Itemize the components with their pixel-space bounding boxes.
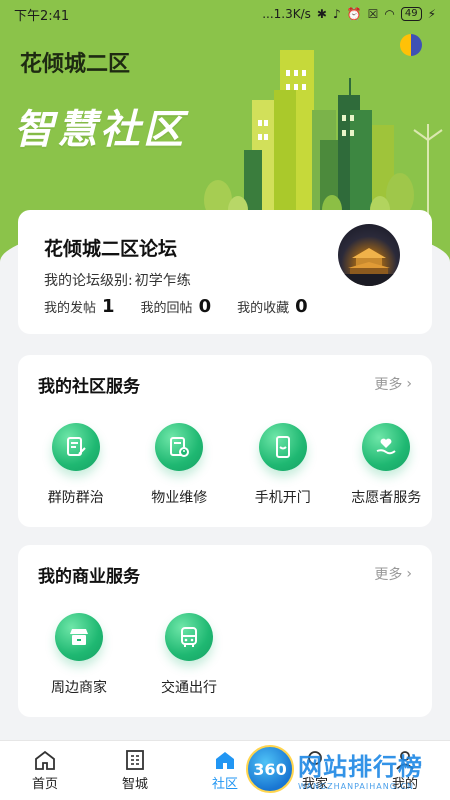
service-label: 手机开门 [254, 490, 311, 506]
forum-stats: 我的发帖 1 我的回帖 0 我的收藏 0 [44, 296, 308, 317]
stat-label: 我的回帖 [140, 301, 193, 316]
service-item-phone-unlock[interactable]: 手机开门 [237, 423, 329, 507]
commerce-services-grid: 周边商家 交通出行 [18, 613, 432, 697]
forum-card[interactable]: 花倾城二区论坛 我的论坛级别: 初学乍练 我的发帖 1 我的回帖 0 我的收藏 … [18, 210, 432, 334]
service-item-property-repair[interactable]: 物业维修 [134, 423, 226, 507]
hero-slogan: 智慧社区 [14, 107, 186, 153]
more-label: 更多 [374, 567, 403, 583]
service-label: 群防群治 [47, 490, 104, 506]
forum-title[interactable]: 花倾城二区论坛 [44, 234, 177, 261]
storefront-icon [55, 613, 103, 661]
bluetooth-icon: ✱ [316, 7, 327, 21]
net-speed: ...1.3K/s [262, 7, 311, 21]
community-services-card: 我的社区服务 更多 › 群防群治 物业维修 手机开门 志愿者服务 [18, 355, 432, 527]
nav-label: 首页 [31, 777, 58, 792]
city-illustration [204, 50, 443, 230]
service-item-volunteer[interactable]: 志愿者服务 [341, 423, 433, 507]
watermark-subtitle: WANGZHANPAIHANG.CN [298, 782, 415, 791]
charging-icon: ⚡ [427, 7, 436, 21]
community-services-more-link[interactable]: 更多 › [374, 374, 412, 394]
nav-label: 智城 [121, 777, 148, 792]
stat-value: 1 [102, 296, 115, 317]
service-label: 物业维修 [151, 490, 208, 506]
night-palace-image [338, 248, 400, 286]
heart-hand-icon [362, 423, 411, 471]
watermark-overlay: 360 网站排行榜 WANGZHANPAIHANG.CN [246, 738, 450, 800]
service-item-nearby-merchants[interactable]: 周边商家 [30, 613, 128, 697]
commerce-services-card: 我的商业服务 更多 › 周边商家 交通出行 [18, 545, 432, 717]
status-time: 下午2:41 [14, 8, 70, 24]
forum-avatar[interactable] [338, 224, 400, 286]
wifi-icon: ◠ [384, 7, 395, 21]
nav-item-home[interactable]: 首页 [0, 741, 90, 800]
community-services-header: 我的社区服务 更多 › [38, 371, 412, 397]
community-services-grid: 群防群治 物业维修 手机开门 志愿者服务 [18, 423, 432, 507]
status-bar: 下午2:41 ...1.3K/s ✱ ♪ ⏰ ☒ ◠ 49 ⚡ [0, 0, 450, 28]
stat-label: 我的发帖 [44, 301, 97, 316]
nav-item-smart-city[interactable]: 智城 [90, 741, 180, 800]
stat-value: 0 [198, 296, 212, 317]
document-pen-icon [51, 423, 100, 471]
stat-favorites[interactable]: 我的收藏 0 [237, 296, 308, 317]
sim-icon: ☒ [367, 7, 379, 21]
status-indicators: ...1.3K/s ✱ ♪ ⏰ ☒ ◠ 49 ⚡ [262, 7, 436, 21]
commerce-services-header: 我的商业服务 更多 › [38, 561, 412, 587]
building-icon [126, 750, 144, 770]
forum-level-value: 初学乍练 [134, 273, 191, 289]
service-item-transportation[interactable]: 交通出行 [140, 613, 238, 697]
watermark-title: 网站排行榜 [298, 753, 423, 781]
service-item-group-defense[interactable]: 群防群治 [30, 423, 122, 507]
watermark-text-block: 网站排行榜 WANGZHANPAIHANG.CN [298, 747, 423, 791]
service-label: 志愿者服务 [351, 490, 422, 506]
commerce-services-title: 我的商业服务 [38, 566, 140, 587]
stat-label: 我的收藏 [237, 301, 290, 316]
stat-replies[interactable]: 我的回帖 0 [141, 296, 212, 317]
service-label: 周边商家 [51, 680, 107, 696]
watermark-360-logo: 360 [246, 745, 294, 793]
forum-level: 我的论坛级别: 初学乍练 [44, 270, 191, 290]
mute-icon: ♪ [332, 7, 341, 21]
stat-value: 0 [295, 296, 308, 317]
more-label: 更多 [374, 377, 403, 393]
alarm-icon: ⏰ [346, 7, 362, 21]
community-name[interactable]: 花倾城二区 [20, 46, 130, 78]
service-label: 交通出行 [161, 680, 217, 696]
home-filled-icon [216, 752, 234, 769]
home-outline-icon [35, 750, 55, 770]
phone-smile-icon [258, 423, 307, 471]
bus-icon [165, 613, 213, 661]
battery-icon: 49 [400, 7, 422, 21]
community-services-title: 我的社区服务 [38, 376, 140, 397]
nav-label: 社区 [211, 777, 238, 792]
chevron-right-icon: › [406, 566, 412, 582]
chevron-right-icon: › [406, 376, 412, 392]
stat-posts[interactable]: 我的发帖 1 [44, 296, 115, 317]
forum-level-label: 我的论坛级别: [44, 273, 133, 289]
commerce-services-more-link[interactable]: 更多 › [374, 564, 412, 584]
clipboard-clock-icon [155, 423, 204, 471]
